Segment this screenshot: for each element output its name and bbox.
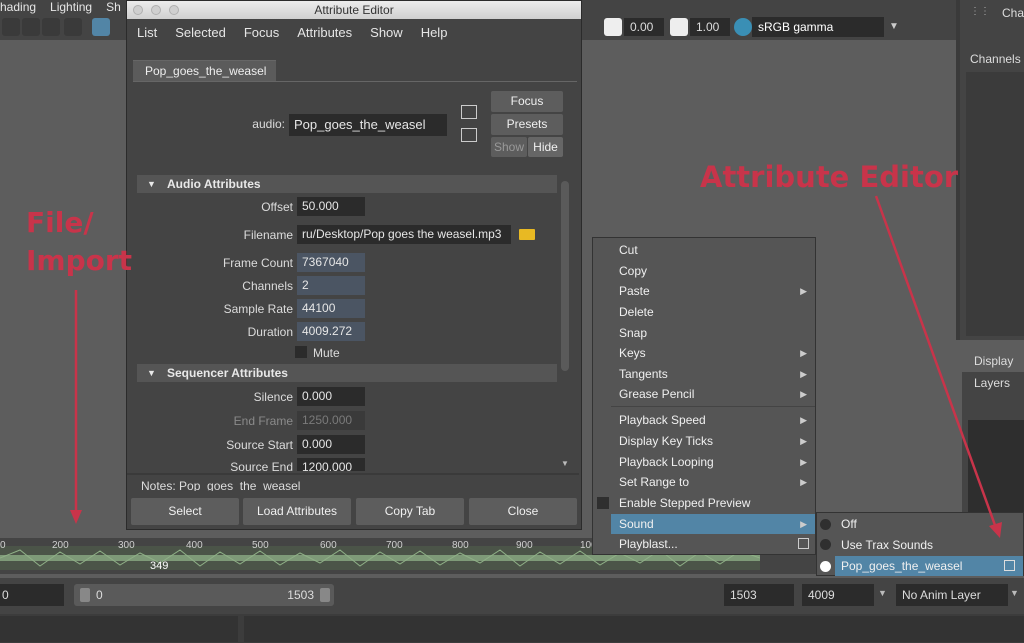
annotation-arrows <box>70 195 1002 538</box>
